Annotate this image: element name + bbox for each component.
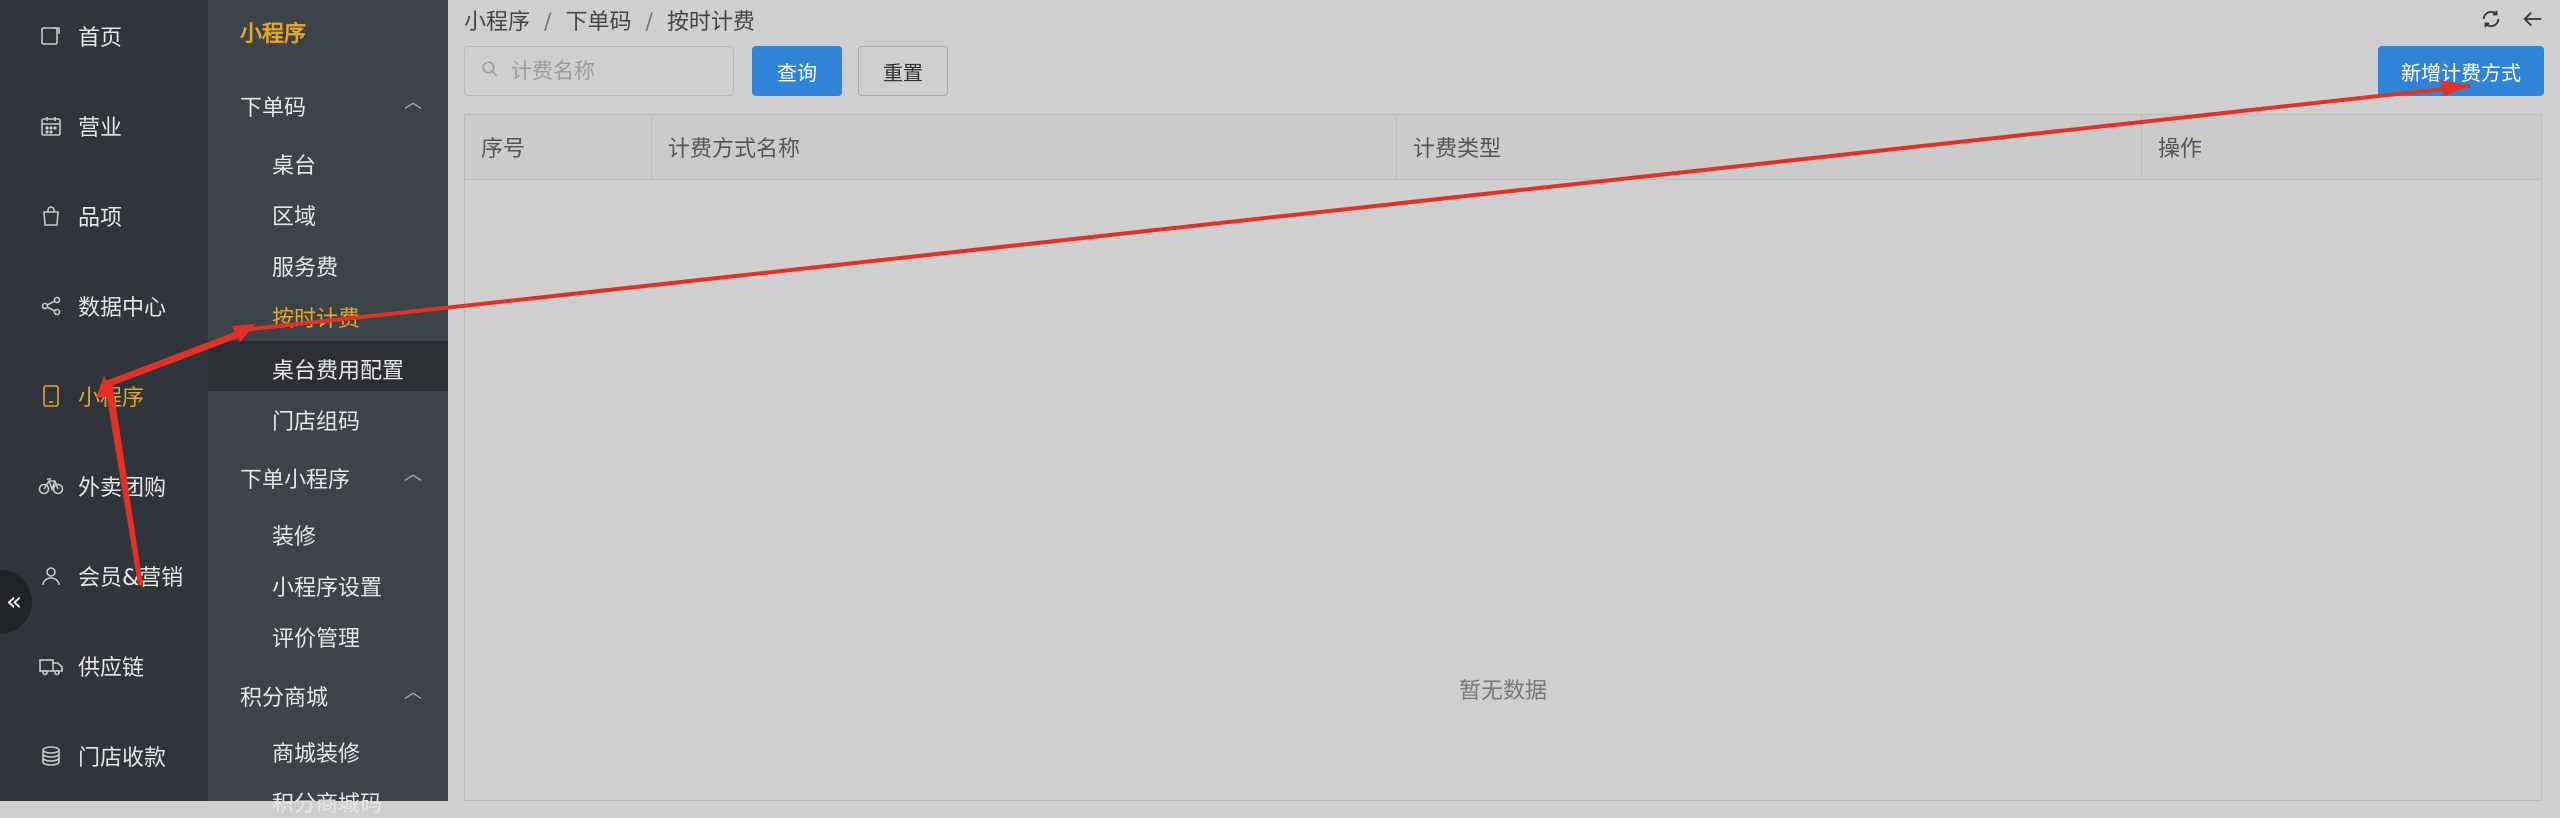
chevron-up-icon: ︿ — [404, 682, 422, 703]
sub-sidebar: 小程序 下单码 ︿ 桌台 区域 服务费 按时计费 桌台费用配置 门店组码 下单小… — [208, 0, 448, 817]
arrow-left-icon[interactable] — [2522, 8, 2544, 36]
reset-button[interactable]: 重置 — [858, 46, 948, 96]
subnav-item-time-billing[interactable]: 按时计费 — [272, 301, 360, 333]
nav-label: 外卖团购 — [78, 476, 167, 501]
nav-item-supply-chain[interactable]: 供应链 — [0, 636, 208, 696]
table-header: 序号 计费方式名称 计费类型 操作 — [465, 115, 2541, 180]
subnav-item-table-fee-config[interactable]: 桌台费用配置 — [272, 353, 404, 385]
share-icon — [38, 293, 64, 319]
group-label: 积分商城 — [240, 686, 329, 711]
coins-icon — [38, 743, 64, 769]
nav-item-products[interactable]: 品项 — [0, 186, 208, 246]
refresh-icon[interactable] — [2480, 8, 2502, 36]
search-field[interactable] — [464, 46, 734, 96]
group-label: 下单码 — [240, 96, 307, 121]
nav-label: 营业 — [78, 116, 123, 141]
chevron-up-icon: ︿ — [404, 92, 422, 113]
subnav-item-service-fee[interactable]: 服务费 — [272, 250, 338, 282]
subnav-group-order-mini-program[interactable]: 下单小程序 ︿ — [240, 462, 422, 494]
main-content: 小程序 / 下单码 / 按时计费 查询 重置 新增计费方式 序号 计费方式名称 计费类型… — [448, 0, 2560, 801]
subnav-item-store-group-code[interactable]: 门店组码 — [272, 404, 360, 436]
search-icon — [481, 60, 499, 82]
nav-label: 会员&营销 — [78, 566, 184, 591]
subnav-item-mini-program-settings[interactable]: 小程序设置 — [272, 570, 382, 602]
breadcrumb-separator: / — [645, 10, 653, 35]
truck-icon — [38, 653, 64, 679]
subnav-item-table[interactable]: 桌台 — [272, 148, 316, 180]
column-header-billing-name: 计费方式名称 — [652, 115, 1397, 179]
query-button[interactable]: 查询 — [752, 46, 842, 96]
nav-label: 数据中心 — [78, 296, 167, 321]
breadcrumb-separator: / — [544, 10, 552, 35]
bicycle-icon — [38, 473, 64, 499]
nav-item-data-center[interactable]: 数据中心 — [0, 276, 208, 336]
subnav-item-mall-decoration[interactable]: 商城装修 — [272, 736, 360, 768]
nav-label: 首页 — [78, 26, 123, 51]
shopping-bag-icon — [38, 203, 64, 229]
billing-table: 序号 计费方式名称 计费类型 操作 暂无数据 — [464, 114, 2542, 801]
subnav-title: 小程序 — [240, 22, 307, 47]
column-header-actions: 操作 — [2158, 137, 2203, 162]
nav-item-mini-program[interactable]: 小程序 — [0, 366, 208, 426]
column-header-billing-type: 计费类型 — [1397, 115, 2142, 179]
breadcrumb-item[interactable]: 下单码 — [565, 10, 631, 35]
nav-label: 门店收款 — [78, 746, 167, 771]
group-label: 下单小程序 — [240, 468, 351, 493]
search-input[interactable] — [509, 58, 713, 84]
nav-item-home[interactable]: 首页 — [0, 6, 208, 66]
nav-label: 供应链 — [78, 656, 145, 681]
top-actions — [2480, 8, 2544, 36]
nav-item-business[interactable]: 营业 — [0, 96, 208, 156]
subnav-item-points-mall-code[interactable]: 积分商城码 — [272, 786, 382, 818]
double-chevron-left-icon: « — [6, 587, 22, 617]
nav-label: 小程序 — [78, 386, 145, 411]
user-icon — [38, 563, 64, 589]
add-billing-method-button[interactable]: 新增计费方式 — [2378, 46, 2544, 96]
main-sidebar: 首页 营业 品项 数据中心 小程序 外卖团购 会员&营销 供应链 门店收款 — [0, 0, 208, 801]
home-icon — [38, 23, 64, 49]
nav-item-store-payment[interactable]: 门店收款 — [0, 726, 208, 786]
nav-label: 品项 — [78, 206, 123, 231]
tablet-icon — [38, 383, 64, 409]
subnav-item-decoration[interactable]: 装修 — [272, 519, 316, 551]
nav-item-delivery[interactable]: 外卖团购 — [0, 456, 208, 516]
subnav-item-review-management[interactable]: 评价管理 — [272, 621, 360, 653]
breadcrumb: 小程序 / 下单码 / 按时计费 — [464, 4, 755, 36]
subnav-group-points-mall[interactable]: 积分商城 ︿ — [240, 680, 422, 712]
empty-state-text: 暂无数据 — [1458, 679, 1547, 704]
chevron-up-icon: ︿ — [404, 464, 422, 485]
subnav-item-area[interactable]: 区域 — [272, 199, 316, 231]
column-header-index: 序号 — [465, 115, 652, 179]
calendar-icon — [38, 113, 64, 139]
breadcrumb-item[interactable]: 小程序 — [464, 10, 530, 35]
breadcrumb-item: 按时计费 — [666, 10, 755, 35]
subnav-group-order-code[interactable]: 下单码 ︿ — [240, 90, 422, 122]
